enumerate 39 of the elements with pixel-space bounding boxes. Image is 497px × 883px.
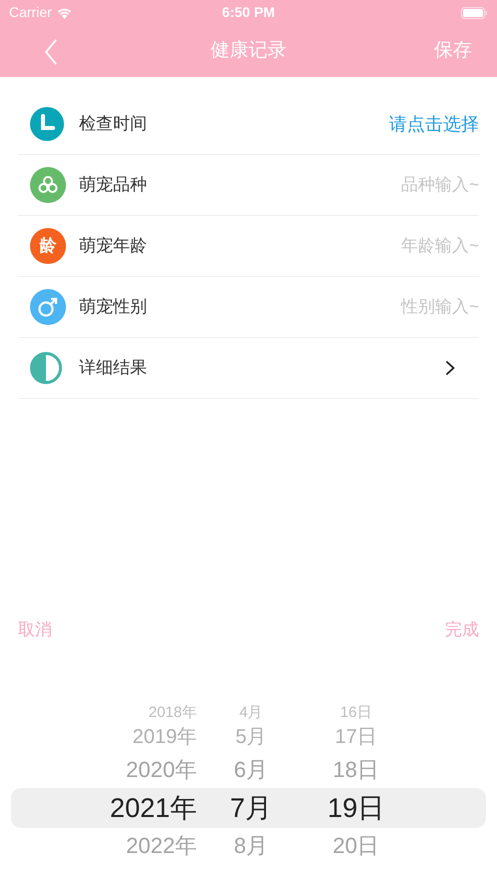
circles-icon: [30, 167, 66, 203]
day-item[interactable]: 16日: [340, 704, 372, 720]
year-item[interactable]: 2022年: [126, 835, 197, 857]
field-label: 检查时间: [79, 113, 148, 136]
chevron-right-icon[interactable]: [445, 360, 455, 376]
clock-icon: [30, 107, 64, 141]
page-title: 健康记录: [210, 40, 286, 61]
done-button[interactable]: 完成: [445, 617, 479, 643]
month-item[interactable]: 8月: [234, 835, 268, 857]
month-item[interactable]: 5月: [235, 727, 267, 747]
day-item[interactable]: 18日: [332, 759, 380, 781]
month-item[interactable]: 6月: [234, 759, 268, 781]
field-label: 萌宠年龄: [79, 235, 148, 258]
field-label: 萌宠性别: [79, 296, 148, 318]
month-item[interactable]: 7月: [230, 794, 272, 822]
year-item[interactable]: 2020年: [126, 759, 197, 781]
year-item[interactable]: 2018年: [148, 704, 197, 720]
month-item[interactable]: 4月: [239, 704, 263, 720]
half-circle-icon: [30, 352, 62, 384]
select-link[interactable]: 请点击选择: [389, 110, 479, 138]
day-item[interactable]: 17日: [334, 727, 378, 747]
wifi-icon: [56, 6, 73, 18]
input-field[interactable]: 品种输入~: [359, 172, 479, 198]
age-icon: 龄: [30, 228, 66, 264]
day-item[interactable]: 20日: [332, 835, 380, 857]
battery-icon: [461, 6, 488, 18]
day-item[interactable]: 19日: [327, 794, 385, 822]
status-time: 6:50 PM: [222, 4, 275, 20]
field-label: 详细结果: [79, 357, 148, 380]
year-item[interactable]: 2021年: [110, 794, 197, 822]
cancel-button[interactable]: 取消: [18, 617, 52, 643]
save-button[interactable]: 保存: [434, 37, 472, 66]
input-field[interactable]: 年龄输入~: [359, 233, 479, 259]
back-icon: [44, 39, 58, 65]
male-icon: [30, 289, 66, 325]
input-field[interactable]: 性别输入~: [359, 294, 479, 320]
field-label: 萌宠品种: [79, 174, 148, 196]
year-item[interactable]: 2019年: [132, 727, 197, 747]
carrier-label: Carrier: [9, 3, 52, 22]
